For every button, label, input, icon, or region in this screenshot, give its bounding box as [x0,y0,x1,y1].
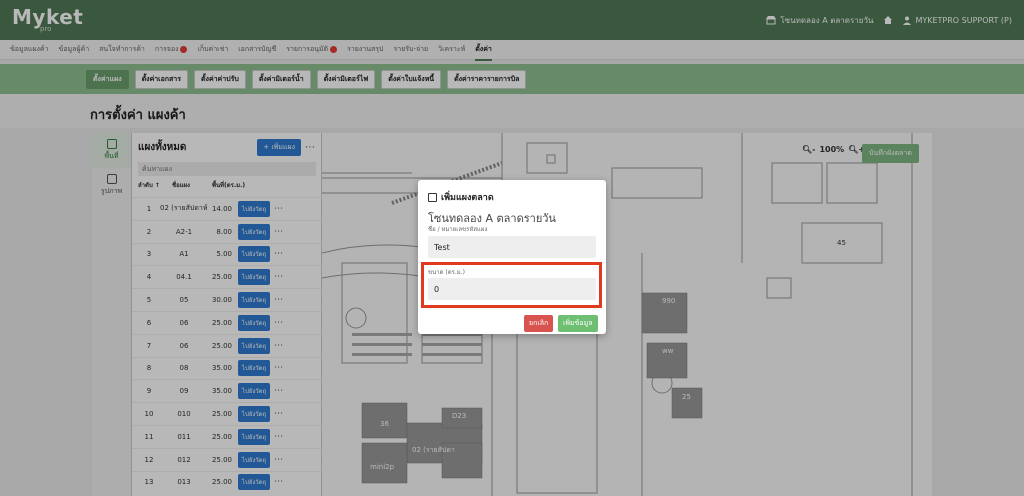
cancel-button[interactable]: ยกเลิก [524,315,554,332]
add-data-button[interactable]: เพิ่มข้อมูล [558,315,598,332]
size-field-highlight [421,262,602,308]
modal-title: เพิ่มแผงตลาด [441,193,494,203]
stall-name-field[interactable] [428,236,596,258]
add-square-icon [428,192,437,202]
modal-header: เพิ่มแผงตลาด [428,190,494,204]
stall-name-label: ชื่อ / หมายเลขรหัสแผง [428,226,488,233]
add-stall-modal: เพิ่มแผงตลาด โซนทดลอง A ตลาดรายวัน ชื่อ … [418,180,606,334]
